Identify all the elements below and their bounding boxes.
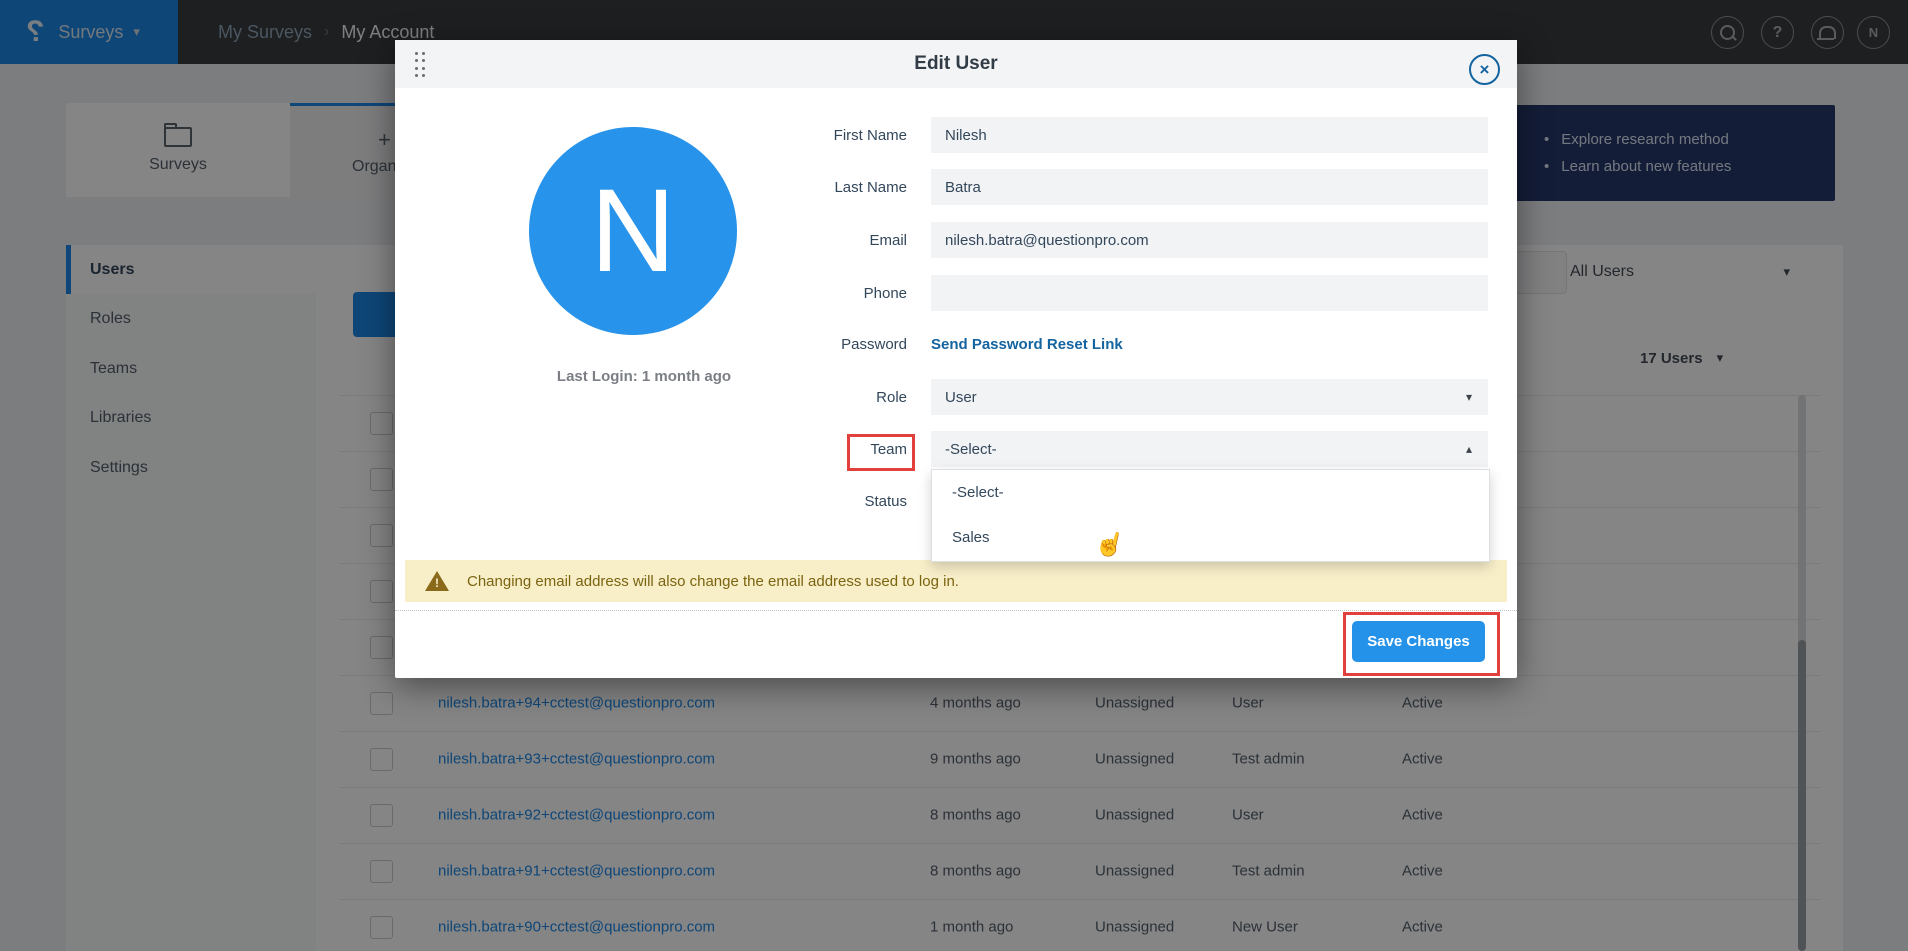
team-dropdown-menu: -Select-Sales [931,469,1490,562]
last-name-field[interactable] [931,169,1488,205]
team-label-annotation-box [847,434,915,471]
chevron-up-icon: ▴ [1466,442,1472,456]
phone-label: Phone [647,285,907,302]
team-option-select[interactable]: -Select- [932,470,1489,515]
chevron-down-icon: ▾ [1466,390,1472,404]
role-label: Role [647,389,907,406]
email-change-warning: ! Changing email address will also chang… [405,560,1507,602]
first-name-field[interactable] [931,117,1488,153]
footer-divider [395,610,1517,611]
email-label: Email [647,232,907,249]
email-field[interactable] [931,222,1488,258]
user-avatar: N [529,127,737,335]
save-changes-button[interactable]: Save Changes [1352,621,1485,662]
team-select[interactable]: -Select- ▴ [931,431,1488,467]
modal-title: Edit User [395,40,1517,88]
edit-user-modal: Edit User × N Last Login: 1 month ago Fi… [395,40,1517,678]
team-option-sales[interactable]: Sales [932,515,1489,560]
warning-text: Changing email address will also change … [467,573,959,590]
send-password-reset-link[interactable]: Send Password Reset Link [931,336,1123,353]
drag-handle-icon[interactable] [415,52,427,78]
first-name-label: First Name [647,127,907,144]
warning-icon: ! [425,571,449,591]
team-value: -Select- [945,441,997,458]
role-select[interactable]: User ▾ [931,379,1488,415]
phone-field[interactable] [931,275,1488,311]
role-value: User [945,389,977,406]
last-name-label: Last Name [647,179,907,196]
close-icon[interactable]: × [1469,54,1500,85]
app-root: ? Surveys ▾ My Surveys › My Account ? N … [0,0,1908,951]
status-label: Status [647,493,907,510]
password-label: Password [647,336,907,353]
last-login-text: Last Login: 1 month ago [494,368,794,385]
